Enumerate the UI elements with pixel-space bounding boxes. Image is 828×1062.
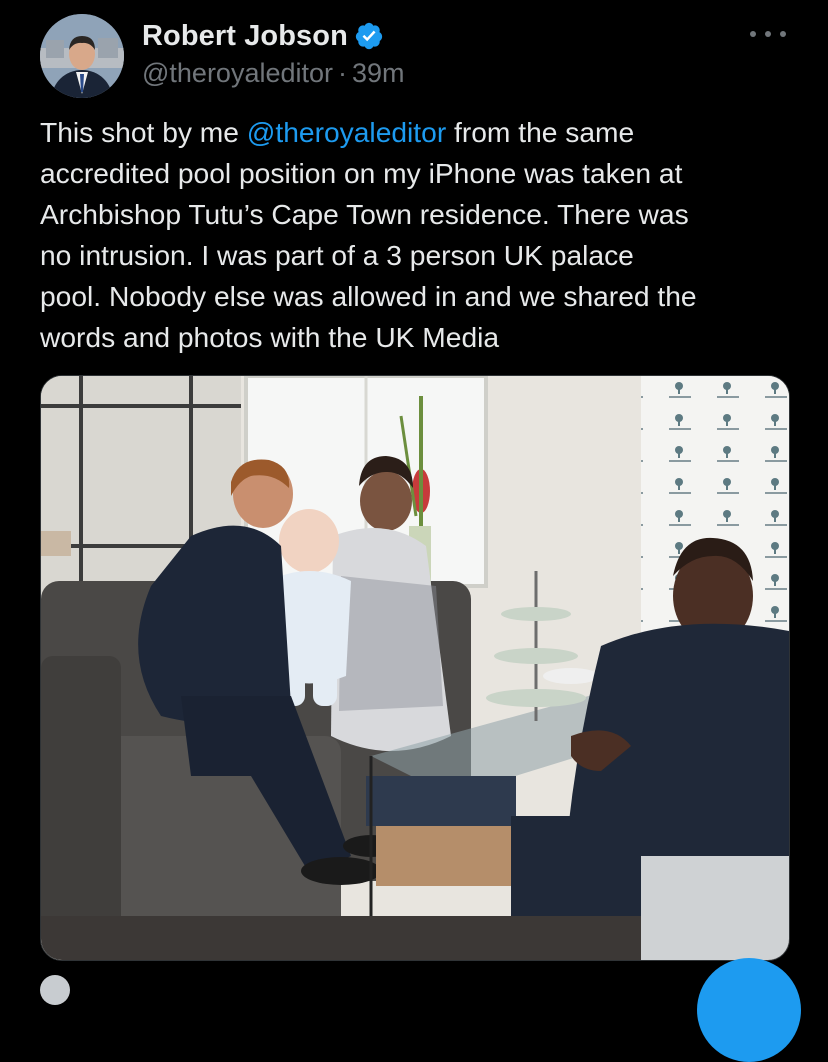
author-avatar[interactable]: [40, 14, 124, 98]
tweet-text-part: This shot by me: [40, 116, 247, 148]
more-horizontal-icon[interactable]: [750, 24, 786, 44]
more-dot: [765, 31, 771, 37]
compose-icon[interactable]: [697, 958, 801, 1062]
more-dot: [750, 31, 756, 37]
tweet-body: This shot by me @theroyaleditor from the…: [40, 112, 800, 358]
tweet-timestamp[interactable]: 39m: [352, 58, 405, 89]
author-display-name[interactable]: Robert Jobson: [142, 20, 348, 53]
author-handle[interactable]: @theroyaleditor: [142, 58, 333, 89]
more-dot: [780, 31, 786, 37]
bottom-avatar[interactable]: [40, 975, 70, 1005]
tweet-photo[interactable]: [40, 375, 790, 961]
profile-photo-icon: [40, 14, 124, 98]
photo-illustration: [41, 376, 789, 960]
author-meta-row: @theroyaleditor · 39m: [142, 58, 405, 89]
tweet-text-part: from the same accredited pool position o…: [40, 116, 697, 353]
verified-badge-icon: [355, 22, 383, 50]
author-name-row: Robert Jobson: [142, 18, 384, 54]
meta-separator: ·: [338, 58, 348, 88]
tweet-card[interactable]: Robert Jobson @theroyaleditor · 39m This…: [0, 0, 828, 1062]
mention-link[interactable]: @theroyaleditor: [247, 116, 446, 148]
